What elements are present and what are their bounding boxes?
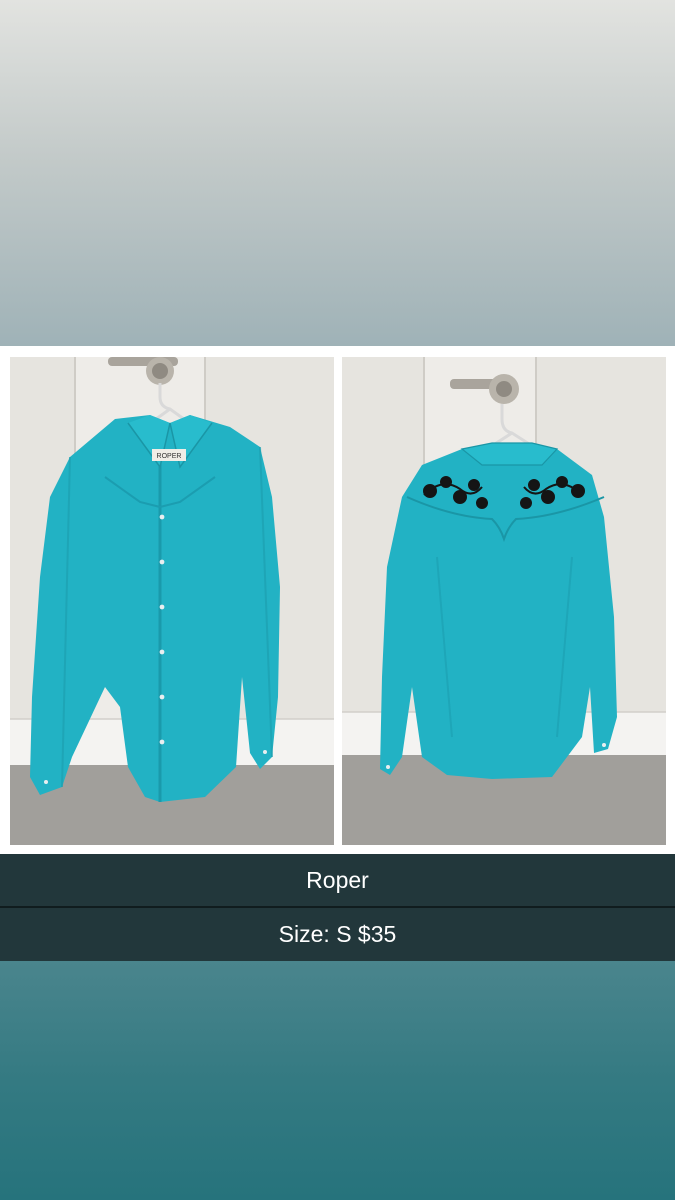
- listing-size-price: Size: S $35: [0, 908, 675, 961]
- listing-title: Roper: [0, 854, 675, 906]
- photo-strip: ROPER: [0, 346, 675, 854]
- listing-card: ROPER Roper Size: S $35: [0, 0, 675, 1200]
- shirt-front-photo[interactable]: ROPER: [10, 357, 334, 845]
- svg-text:ROPER: ROPER: [157, 453, 182, 460]
- shirt-front-image: ROPER: [10, 357, 334, 845]
- shirt-back-image: [342, 357, 666, 845]
- top-gradient-band: [0, 0, 675, 346]
- shirt-back-photo[interactable]: [342, 357, 666, 845]
- bottom-gradient-band: [0, 961, 675, 1200]
